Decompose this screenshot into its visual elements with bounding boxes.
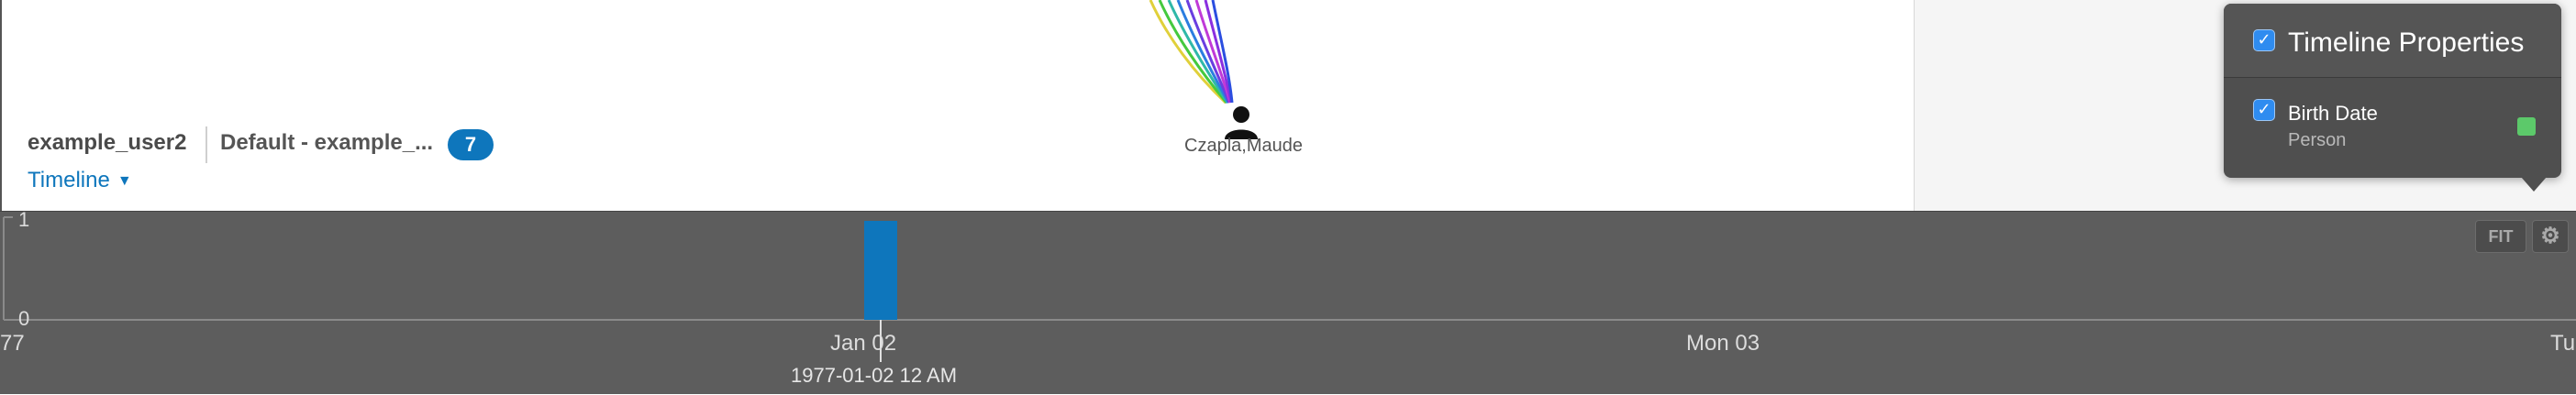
graph-edge bbox=[1176, 0, 1230, 104]
x-tick-label: Tu bbox=[2550, 331, 2576, 356]
property-color-swatch[interactable] bbox=[2517, 117, 2536, 136]
cursor-date-label: 1977-01-02 12 AM bbox=[791, 364, 958, 387]
birth-date-checkbox[interactable]: ✓ bbox=[2253, 99, 2275, 121]
property-concept: Person bbox=[2288, 130, 2347, 150]
timeline-properties-checkbox[interactable]: ✓ bbox=[2253, 29, 2275, 51]
entity-count-badge: 7 bbox=[448, 129, 494, 160]
timeline-properties-popover: ✓ Timeline Properties ✓ Birth Date Perso… bbox=[2224, 4, 2561, 178]
view-menu-dropdown[interactable]: Timeline ▼ bbox=[28, 168, 132, 193]
fit-button[interactable]: FIT bbox=[2475, 220, 2526, 253]
node-label[interactable]: Czapla,Maude bbox=[1184, 136, 1303, 157]
popover-arrow bbox=[2521, 177, 2547, 192]
y-tick-label: 1 bbox=[18, 208, 30, 231]
view-menu-label: Timeline bbox=[28, 168, 110, 192]
workspace-name[interactable]: Default - example_... bbox=[220, 130, 433, 156]
workspace-user: example_user2 bbox=[28, 130, 187, 155]
timeline-histogram[interactable] bbox=[0, 212, 2576, 395]
gear-icon[interactable]: ⚙ bbox=[2532, 220, 2569, 253]
property-name: Birth Date bbox=[2288, 102, 2378, 125]
caret-down-icon: ▼ bbox=[117, 172, 132, 189]
divider bbox=[205, 126, 207, 163]
histogram-bar bbox=[864, 221, 897, 320]
timeline-panel[interactable]: 1 0 77 Jan 02 Mon 03 Tu 1977-01-02 12 AM… bbox=[0, 208, 2576, 395]
x-tick-label: 77 bbox=[0, 331, 25, 356]
x-tick-label: Jan 02 bbox=[830, 331, 897, 356]
x-tick-label: Mon 03 bbox=[1686, 331, 1760, 356]
graph-canvas[interactable]: Czapla,Maude example_user2 Default - exa… bbox=[0, 0, 1914, 211]
popover-title: Timeline Properties bbox=[2288, 27, 2525, 58]
popover-header: ✓ Timeline Properties bbox=[2224, 4, 2561, 78]
y-tick-label: 0 bbox=[18, 307, 30, 330]
